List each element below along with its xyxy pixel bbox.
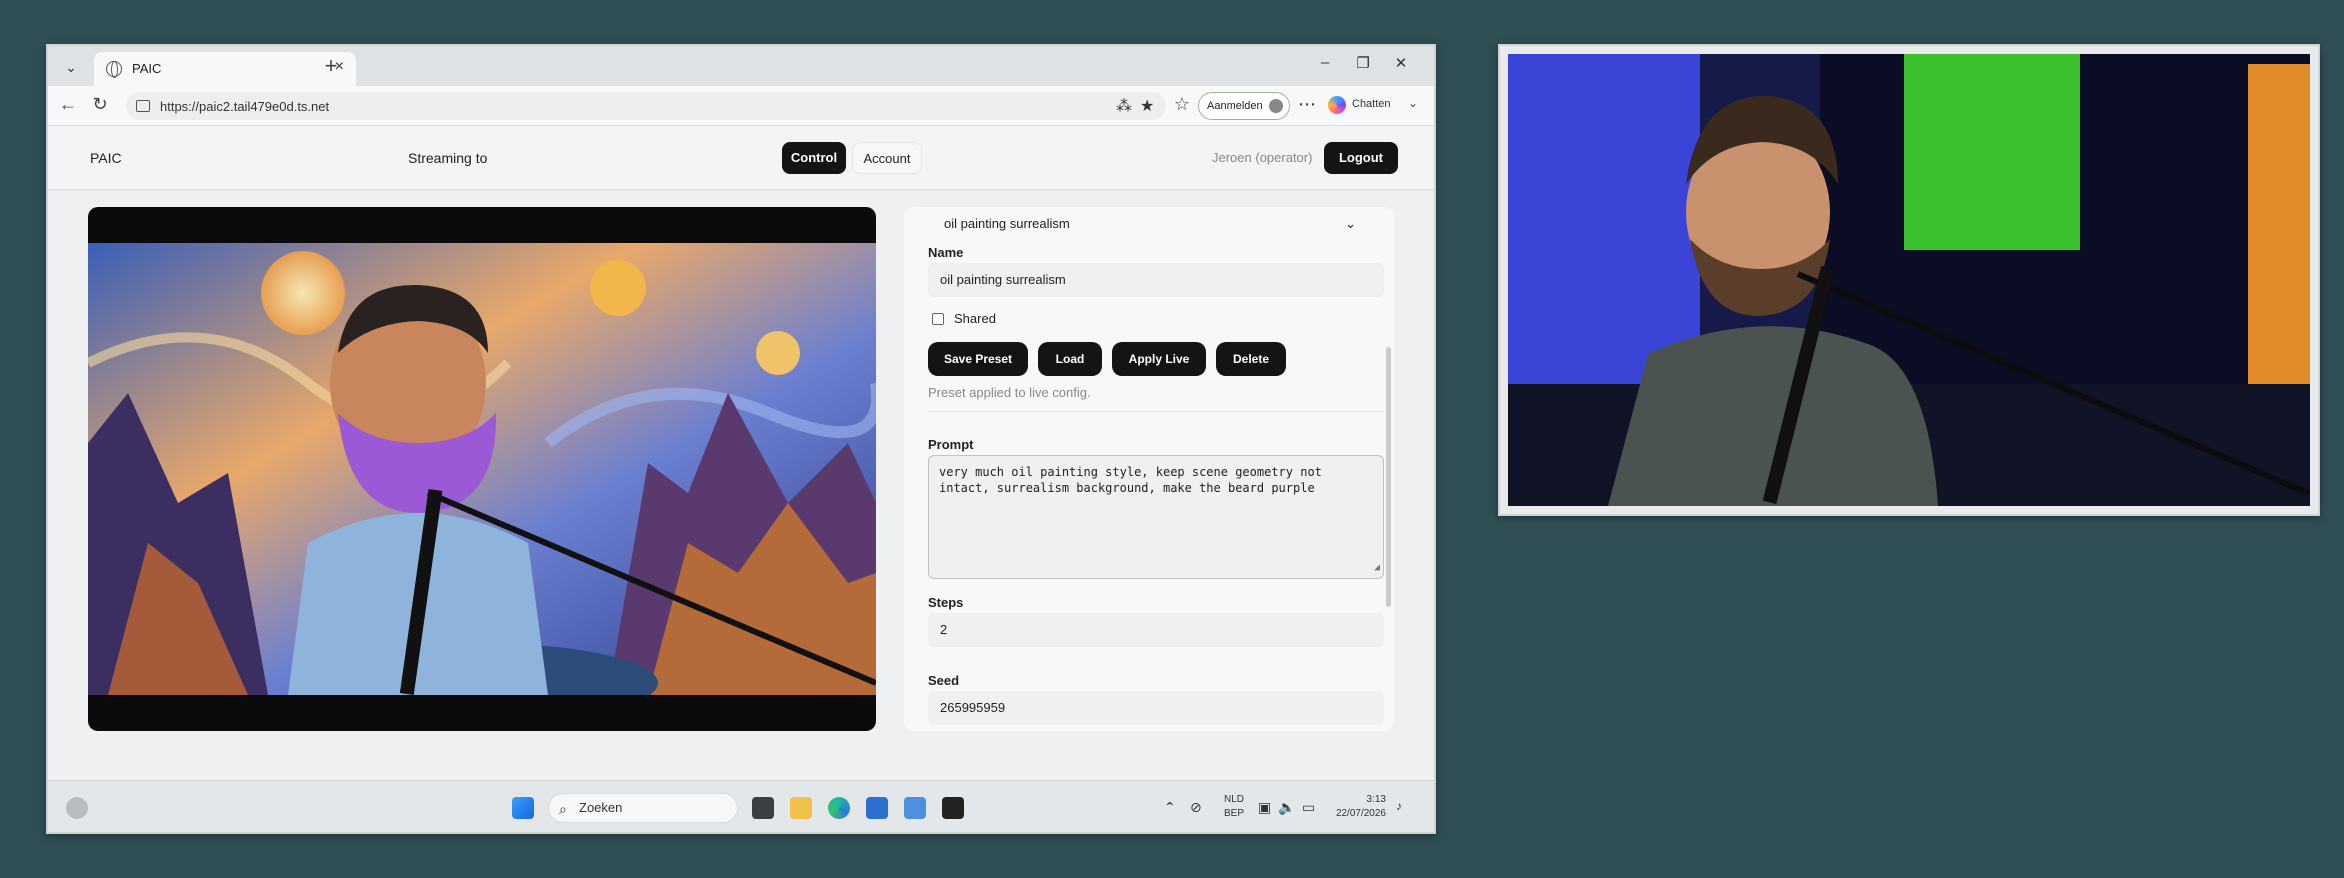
clock-time: 3:13 <box>1366 794 1386 805</box>
app-main: oil painting surrealism ⌄ Name oil paint… <box>48 191 1434 831</box>
seed-label: Seed <box>928 673 960 688</box>
tray-chevron-up-icon[interactable]: ⌃ <box>1164 799 1176 816</box>
start-icon[interactable] <box>512 797 534 819</box>
globe-icon <box>106 61 122 78</box>
volume-icon[interactable]: 🔈 <box>1278 799 1295 816</box>
delete-button[interactable]: Delete <box>1216 342 1286 376</box>
network-off-icon[interactable]: ⊘ <box>1190 799 1202 816</box>
display-icon[interactable]: ▣ <box>1258 799 1271 816</box>
seed-field[interactable]: 265995959 <box>928 691 1384 725</box>
notification-bell-icon[interactable]: ♪ <box>1396 799 1402 813</box>
app-icon[interactable] <box>904 797 926 819</box>
chevron-down-icon[interactable]: ⌄ <box>1408 96 1418 110</box>
divider <box>928 411 1384 412</box>
preset-selected: oil painting surrealism <box>944 216 1070 231</box>
control-panel: oil painting surrealism ⌄ Name oil paint… <box>904 207 1394 731</box>
minimize-icon[interactable]: – <box>1310 54 1340 71</box>
copilot-icon[interactable] <box>1328 96 1346 114</box>
prompt-textarea[interactable]: very much oil painting style, keep scene… <box>928 455 1384 579</box>
file-explorer-icon[interactable] <box>790 797 812 819</box>
prompt-text: very much oil painting style, keep scene… <box>939 465 1322 495</box>
video-output <box>88 207 876 731</box>
chevron-down-icon: ⌄ <box>1345 216 1356 231</box>
signin-button[interactable]: Aanmelden <box>1198 92 1290 120</box>
maximize-icon[interactable]: ❐ <box>1348 54 1378 72</box>
address-bar-row: ← ↻ https://paic2.tail479e0d.ts.net ⁂ ★ … <box>48 86 1434 126</box>
language-indicator[interactable]: NLD BEP <box>1224 793 1244 821</box>
close-window-icon[interactable]: ✕ <box>1386 54 1416 72</box>
shared-checkbox[interactable] <box>932 313 944 325</box>
panel-scrollbar[interactable] <box>1386 347 1391 607</box>
tab-list-chevron-icon[interactable]: ⌄ <box>60 56 82 78</box>
profile-avatar-icon <box>1269 99 1283 113</box>
widgets-icon[interactable] <box>66 797 88 819</box>
apply-live-button[interactable]: Apply Live <box>1112 342 1206 376</box>
search-icon: ⌕ <box>559 801 567 817</box>
logout-button[interactable]: Logout <box>1324 142 1398 174</box>
name-field[interactable]: oil painting surrealism <box>928 263 1384 297</box>
speaker-camera-image <box>1508 54 2310 506</box>
resize-handle-icon[interactable]: ◢ <box>1374 560 1380 576</box>
url-field[interactable]: https://paic2.tail479e0d.ts.net ⁂ ★ <box>126 92 1166 120</box>
stylized-video-frame <box>88 243 876 695</box>
copilot-label[interactable]: Chatten <box>1352 98 1391 110</box>
task-view-icon[interactable] <box>752 797 774 819</box>
taskbar-search[interactable]: ⌕ Zoeken <box>548 793 738 823</box>
steps-field[interactable]: 2 <box>928 613 1384 647</box>
prompt-label: Prompt <box>928 437 974 452</box>
terminal-icon[interactable] <box>942 797 964 819</box>
favorite-star-icon[interactable]: ★ <box>1140 96 1154 116</box>
lang-line-1: NLD <box>1224 794 1245 805</box>
status-message: Preset applied to live config. <box>928 385 1091 400</box>
load-button[interactable]: Load <box>1038 342 1102 376</box>
control-tab[interactable]: Control <box>782 142 846 174</box>
url-text: https://paic2.tail479e0d.ts.net <box>160 99 330 114</box>
save-preset-button[interactable]: Save Preset <box>928 342 1028 376</box>
favorites-icon[interactable]: ☆ <box>1170 94 1194 115</box>
battery-icon[interactable]: ▭ <box>1302 799 1315 816</box>
steps-label: Steps <box>928 595 964 610</box>
back-icon[interactable]: ← <box>56 94 80 115</box>
app-header: PAIC Streaming to Control Account Jeroen… <box>48 126 1434 190</box>
account-tab[interactable]: Account <box>852 142 922 174</box>
streaming-label: Streaming to <box>408 150 488 166</box>
app-brand[interactable]: PAIC <box>90 150 122 166</box>
search-placeholder: Zoeken <box>579 800 623 815</box>
tab-title: PAIC <box>132 61 162 76</box>
clock[interactable]: 3:13 22/07/2026 <box>1330 793 1386 821</box>
site-info-icon[interactable] <box>136 100 150 112</box>
translate-icon[interactable]: ⁂ <box>1116 96 1132 116</box>
user-label: Jeroen (operator) <box>1212 150 1313 165</box>
signin-label: Aanmelden <box>1207 100 1263 112</box>
desktop-capture: ⌄ PAIC × + – ❐ ✕ ← ↻ https://paic2.tail4… <box>46 44 1436 834</box>
lang-line-2: BEP <box>1224 808 1245 819</box>
camera-feed <box>1498 44 2320 516</box>
more-menu-icon[interactable]: ⋯ <box>1298 94 1316 115</box>
reload-icon[interactable]: ↻ <box>88 94 112 115</box>
preset-dropdown[interactable]: oil painting surrealism ⌄ <box>924 207 1384 241</box>
shared-label: Shared <box>954 311 996 326</box>
edge-icon[interactable] <box>828 797 850 819</box>
clock-date: 22/07/2026 <box>1335 808 1386 819</box>
new-tab-icon[interactable]: + <box>316 53 346 79</box>
browser-tabbar: ⌄ PAIC × + – ❐ ✕ <box>48 46 1434 86</box>
name-label: Name <box>928 245 964 260</box>
store-icon[interactable] <box>866 797 888 819</box>
windows-taskbar: ⌕ Zoeken ⌃ ⊘ NLD BEP ▣ 🔈 ▭ 3:13 22/07/20… <box>48 780 1434 832</box>
